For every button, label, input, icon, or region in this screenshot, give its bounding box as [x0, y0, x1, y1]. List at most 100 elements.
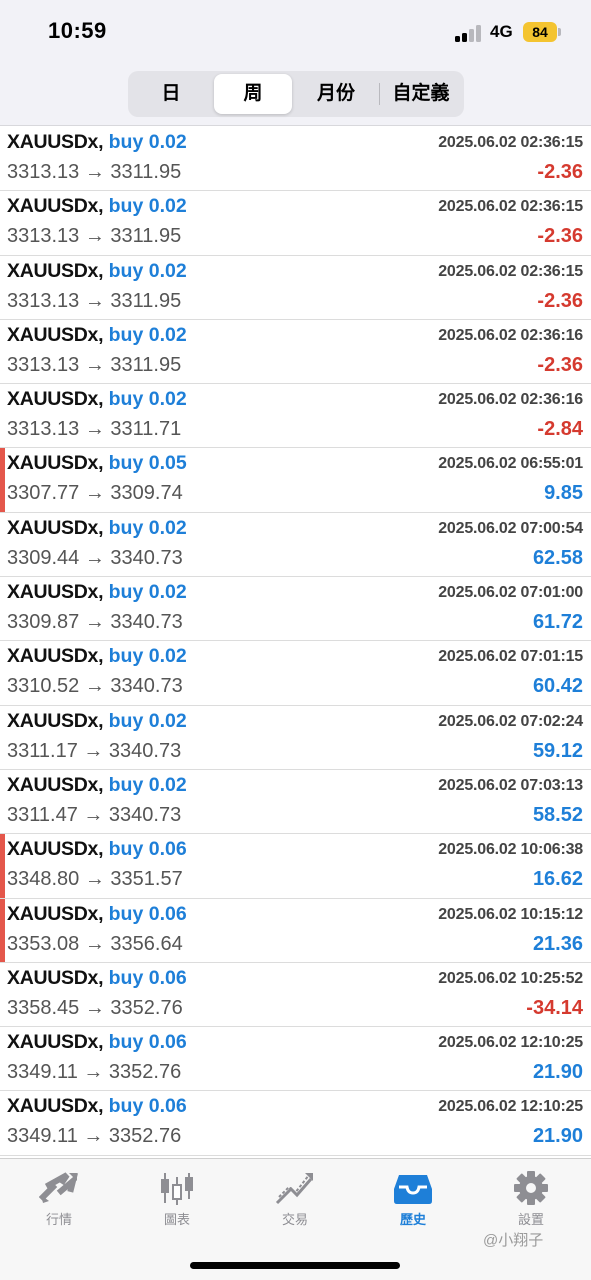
- deal-row[interactable]: XAUUSDx, buy 0.02 2025.06.02 02:36:16 33…: [0, 319, 591, 385]
- deal-type-volume: buy 0.02: [108, 323, 187, 346]
- deal-row[interactable]: XAUUSDx, buy 0.02 2025.06.02 07:02:24 33…: [0, 705, 591, 770]
- deal-time: 2025.06.02 12:10:25: [438, 1098, 583, 1116]
- tab-quotes-label: 行情: [45, 1212, 72, 1227]
- segment-divider: [379, 83, 380, 105]
- deal-title: XAUUSDx, buy 0.02: [7, 260, 187, 283]
- deal-time: 2025.06.02 02:36:15: [438, 134, 583, 151]
- deal-profit: 59.12: [532, 739, 583, 762]
- deal-symbol: XAUUSDx,: [7, 1095, 104, 1118]
- deal-prices: 3310.52 → 3340.73: [7, 675, 183, 698]
- deal-type-volume: buy 0.02: [108, 195, 187, 218]
- deal-title: XAUUSDx, buy 0.02: [7, 195, 187, 218]
- deal-prices: 3307.77 → 3309.74: [7, 482, 183, 505]
- deal-symbol: XAUUSDx,: [7, 1031, 104, 1054]
- tab-month[interactable]: 月份: [295, 74, 377, 114]
- watermark: @小翔子: [483, 1232, 544, 1249]
- deal-list[interactable]: XAUUSDx, buy 0.02 2025.06.02 02:36:15 33…: [0, 127, 591, 1157]
- deal-profit: 9.85: [544, 482, 583, 505]
- cellular-signal-icon: [455, 24, 485, 42]
- deal-time: 2025.06.02 12:10:25: [438, 1034, 583, 1052]
- deal-symbol: XAUUSDx,: [7, 581, 104, 604]
- tab-trade-label: 交易: [281, 1212, 308, 1227]
- battery-tip: [558, 28, 561, 36]
- deal-row[interactable]: XAUUSDx, buy 0.02 2025.06.02 07:00:54 33…: [0, 512, 591, 578]
- tab-chart-label: 圖表: [163, 1212, 190, 1227]
- deal-symbol: XAUUSDx,: [7, 709, 104, 732]
- deal-profit: 21.36: [532, 932, 583, 955]
- deal-symbol: XAUUSDx,: [7, 902, 104, 925]
- deal-title: XAUUSDx, buy 0.02: [7, 645, 187, 668]
- deal-time: 2025.06.02 07:00:54: [438, 519, 583, 537]
- deal-time: 2025.06.02 02:36:15: [438, 262, 583, 280]
- tab-week[interactable]: 周: [214, 74, 292, 114]
- trade-icon: [275, 1173, 313, 1205]
- deal-row[interactable]: XAUUSDx, buy 0.06 2025.06.02 10:15:12 33…: [0, 898, 591, 963]
- battery-icon: 84: [523, 22, 557, 42]
- deal-symbol: XAUUSDx,: [7, 259, 104, 282]
- tab-custom[interactable]: 自定義: [381, 74, 461, 114]
- deal-prices: 3358.45 → 3352.76: [7, 996, 183, 1019]
- deal-prices: 3309.87 → 3340.73: [7, 611, 183, 634]
- deal-row[interactable]: XAUUSDx, buy 0.05 2025.06.02 06:55:01 33…: [0, 448, 591, 513]
- deal-profit: -2.36: [537, 289, 583, 312]
- deal-type-volume: buy 0.06: [108, 1031, 187, 1054]
- deal-type-volume: buy 0.02: [108, 709, 187, 732]
- deal-row[interactable]: XAUUSDx, buy 0.02 2025.06.02 02:36:15 33…: [0, 191, 591, 256]
- deal-title: XAUUSDx, buy 0.02: [7, 388, 187, 411]
- deal-type-volume: buy 0.02: [108, 259, 187, 282]
- deal-row[interactable]: XAUUSDx, buy 0.02 2025.06.02 02:36:15 33…: [0, 127, 591, 192]
- deal-row[interactable]: XAUUSDx, buy 0.06 2025.06.02 10:06:38 33…: [0, 834, 591, 899]
- deal-profit: 21.90: [532, 1125, 583, 1148]
- deal-prices: 3349.11 → 3352.76: [7, 1125, 182, 1148]
- deal-profit: -2.36: [537, 353, 583, 376]
- deal-prices: 3311.47 → 3340.73: [7, 803, 182, 826]
- deal-row[interactable]: XAUUSDx, buy 0.02 2025.06.02 02:36:15 33…: [0, 255, 591, 320]
- deal-symbol: XAUUSDx,: [7, 516, 104, 539]
- deal-row[interactable]: XAUUSDx, buy 0.02 2025.06.02 07:03:13 33…: [0, 769, 591, 835]
- deal-prices: 3311.17 → 3340.73: [7, 739, 182, 762]
- tab-trade[interactable]: 交易: [236, 1167, 354, 1247]
- deal-profit: -34.14: [526, 996, 583, 1019]
- deal-row[interactable]: XAUUSDx, buy 0.06 2025.06.02 10:25:52 33…: [0, 962, 591, 1028]
- deal-row[interactable]: XAUUSDx, buy 0.06 2025.06.02 12:10:25 33…: [0, 1091, 591, 1156]
- deal-type-volume: buy 0.02: [108, 131, 187, 153]
- deal-symbol: XAUUSDx,: [7, 452, 104, 475]
- tab-chart[interactable]: 圖表: [118, 1167, 236, 1247]
- deal-title: XAUUSDx, buy 0.06: [7, 903, 187, 926]
- tab-history[interactable]: 歷史: [354, 1167, 472, 1247]
- deal-time: 2025.06.02 02:36:16: [438, 391, 583, 409]
- deal-type-volume: buy 0.06: [108, 966, 187, 989]
- tab-day[interactable]: 日: [131, 74, 211, 114]
- deal-row[interactable]: XAUUSDx, buy 0.06 2025.06.02 12:10:25 33…: [0, 1027, 591, 1092]
- deal-symbol: XAUUSDx,: [7, 838, 104, 861]
- period-segmented-control: 日 周 月份 自定義: [128, 71, 464, 117]
- deal-title: XAUUSDx, buy 0.02: [7, 774, 187, 797]
- deal-time: 2025.06.02 10:06:38: [438, 841, 583, 859]
- deal-title: XAUUSDx, buy 0.02: [7, 324, 187, 347]
- deal-symbol: XAUUSDx,: [7, 195, 104, 218]
- settings-icon: [514, 1171, 548, 1205]
- deal-title: XAUUSDx, buy 0.06: [7, 1031, 187, 1054]
- deal-type-volume: buy 0.05: [108, 452, 187, 475]
- deal-symbol: XAUUSDx,: [7, 773, 104, 796]
- network-type: 4G: [490, 22, 513, 41]
- deal-type-volume: buy 0.02: [108, 645, 187, 668]
- deal-prices: 3313.13 → 3311.95: [7, 161, 182, 183]
- deal-row[interactable]: XAUUSDx, buy 0.02 2025.06.02 02:36:16 33…: [0, 384, 591, 449]
- tab-history-label: 歷史: [399, 1212, 426, 1227]
- deal-type-volume: buy 0.02: [108, 773, 187, 796]
- home-indicator[interactable]: [190, 1262, 400, 1269]
- deal-title: XAUUSDx, buy 0.06: [7, 1095, 187, 1118]
- tab-quotes[interactable]: 行情: [0, 1167, 118, 1247]
- deal-symbol: XAUUSDx,: [7, 131, 104, 153]
- deal-profit: 21.90: [532, 1061, 583, 1084]
- deal-title: XAUUSDx, buy 0.06: [7, 838, 187, 861]
- history-icon: [394, 1175, 432, 1204]
- deal-symbol: XAUUSDx,: [7, 323, 104, 346]
- deal-time: 2025.06.02 07:01:15: [438, 648, 583, 666]
- deal-row[interactable]: XAUUSDx, buy 0.02 2025.06.02 07:01:00 33…: [0, 577, 591, 642]
- deal-profit: 16.62: [532, 868, 583, 891]
- deal-row[interactable]: XAUUSDx, buy 0.02 2025.06.02 07:01:15 33…: [0, 641, 591, 706]
- deal-prices: 3313.13 → 3311.95: [7, 289, 182, 312]
- deal-prices: 3313.13 → 3311.71: [7, 418, 182, 441]
